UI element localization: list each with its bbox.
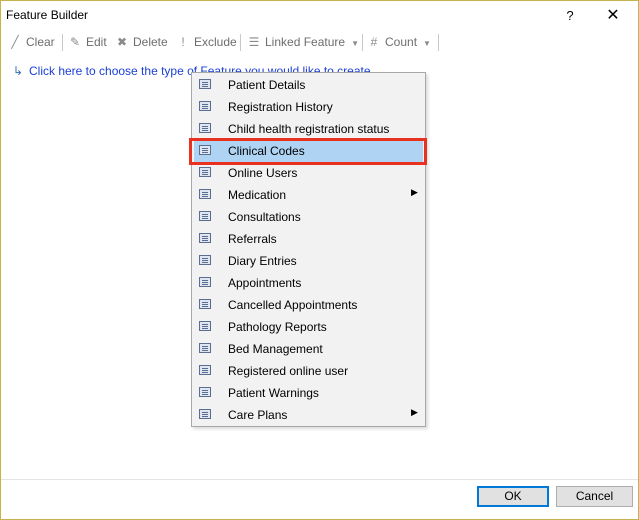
menu-item-label: Patient Warnings xyxy=(228,386,319,400)
menu-item-label: Registered online user xyxy=(228,364,349,378)
menu-item-appointments[interactable]: Appointments xyxy=(194,272,423,294)
menu-item-patient-warnings[interactable]: Patient Warnings xyxy=(194,382,423,404)
menu-item-label: Patient Details xyxy=(228,78,306,92)
exclude-label: Exclude xyxy=(194,35,237,49)
list-icon: ☰ xyxy=(248,35,260,49)
menu-item-label: Pathology Reports xyxy=(228,320,327,334)
list-icon xyxy=(199,189,211,199)
cancel-button[interactable]: Cancel xyxy=(556,486,633,507)
menu-item-referrals[interactable]: Referrals xyxy=(194,228,423,250)
menu-item-label: Online Users xyxy=(228,166,298,180)
menu-item-label: Referrals xyxy=(228,232,277,246)
menu-item-child-health-registration-status[interactable]: Child health registration status xyxy=(194,118,423,140)
menu-item-label: Consultations xyxy=(228,210,301,224)
count-dropdown[interactable]: # Count ▼ xyxy=(367,31,431,53)
eraser-icon: ╱ xyxy=(11,35,19,49)
list-icon xyxy=(199,167,211,177)
linked-feature-dropdown[interactable]: ☰ Linked Feature ▼ xyxy=(247,31,359,53)
exclude-button[interactable]: ! Exclude xyxy=(176,31,237,53)
list-icon xyxy=(199,387,211,397)
toolbar: ╱ Clear ✎ Edit ✖ Delete ! Exclude ☰ Linked Fe… xyxy=(1,31,638,55)
list-icon xyxy=(199,409,211,419)
clear-button[interactable]: ╱ Clear xyxy=(8,31,55,53)
list-icon xyxy=(199,343,211,353)
delete-button[interactable]: ✖ Delete xyxy=(115,31,168,53)
close-button[interactable]: ✕ xyxy=(598,3,628,29)
menu-item-label: Diary Entries xyxy=(228,254,297,268)
help-button[interactable]: ? xyxy=(558,3,582,29)
linked-feature-label: Linked Feature xyxy=(265,35,346,49)
toolbar-separator xyxy=(62,34,63,51)
feature-type-menu: Patient Details Registration History Chi… xyxy=(191,72,426,427)
toolbar-separator xyxy=(438,34,439,51)
menu-item-medication[interactable]: Medication ▶ xyxy=(194,184,423,206)
list-icon xyxy=(199,123,211,133)
list-icon xyxy=(199,299,211,309)
toolbar-separator xyxy=(362,34,363,51)
ok-button[interactable]: OK xyxy=(477,486,549,507)
menu-item-label: Registration History xyxy=(228,100,333,114)
list-icon xyxy=(199,277,211,287)
list-icon xyxy=(199,233,211,243)
menu-item-label: Bed Management xyxy=(228,342,323,356)
menu-item-registered-online-user[interactable]: Registered online user xyxy=(194,360,423,382)
feature-type-icon: ↳ xyxy=(13,64,24,78)
menu-item-label: Appointments xyxy=(228,276,302,290)
hash-icon: # xyxy=(370,35,378,49)
menu-item-diary-entries[interactable]: Diary Entries xyxy=(194,250,423,272)
menu-item-registration-history[interactable]: Registration History xyxy=(194,96,423,118)
list-icon xyxy=(199,365,211,375)
list-icon xyxy=(199,79,211,89)
menu-item-online-users[interactable]: Online Users xyxy=(194,162,423,184)
count-label: Count xyxy=(385,35,418,49)
list-icon xyxy=(199,255,211,265)
delete-icon: ✖ xyxy=(116,35,128,49)
list-icon xyxy=(199,211,211,221)
title-bar: Feature Builder ? ✕ xyxy=(1,1,638,31)
menu-item-patient-details[interactable]: Patient Details xyxy=(194,74,423,96)
submenu-arrow-icon: ▶ xyxy=(411,407,418,417)
clear-label: Clear xyxy=(26,35,55,49)
menu-item-bed-management[interactable]: Bed Management xyxy=(194,338,423,360)
edit-label: Edit xyxy=(86,35,107,49)
menu-item-pathology-reports[interactable]: Pathology Reports xyxy=(194,316,423,338)
menu-item-label: Child health registration status xyxy=(228,122,390,136)
list-icon xyxy=(199,101,211,111)
exclamation-icon: ! xyxy=(181,35,185,49)
menu-item-label: Care Plans xyxy=(228,408,288,422)
chevron-down-icon: ▼ xyxy=(423,39,431,48)
annotation-highlight-box xyxy=(189,138,427,165)
feature-builder-dialog: Feature Builder ? ✕ ╱ Clear ✎ Edit ✖ Delete… xyxy=(0,0,639,520)
menu-item-care-plans[interactable]: Care Plans ▶ xyxy=(194,404,423,426)
edit-button[interactable]: ✎ Edit xyxy=(68,31,107,53)
chevron-down-icon: ▼ xyxy=(351,39,359,48)
submenu-arrow-icon: ▶ xyxy=(411,187,418,197)
delete-label: Delete xyxy=(133,35,168,49)
list-icon xyxy=(199,321,211,331)
menu-item-label: Cancelled Appointments xyxy=(228,298,358,312)
menu-item-consultations[interactable]: Consultations xyxy=(194,206,423,228)
footer-divider xyxy=(1,479,638,480)
menu-item-cancelled-appointments[interactable]: Cancelled Appointments xyxy=(194,294,423,316)
menu-item-label: Medication xyxy=(228,188,287,202)
toolbar-separator xyxy=(240,34,241,51)
pencil-icon: ✎ xyxy=(69,35,81,49)
window-title: Feature Builder xyxy=(6,8,89,22)
